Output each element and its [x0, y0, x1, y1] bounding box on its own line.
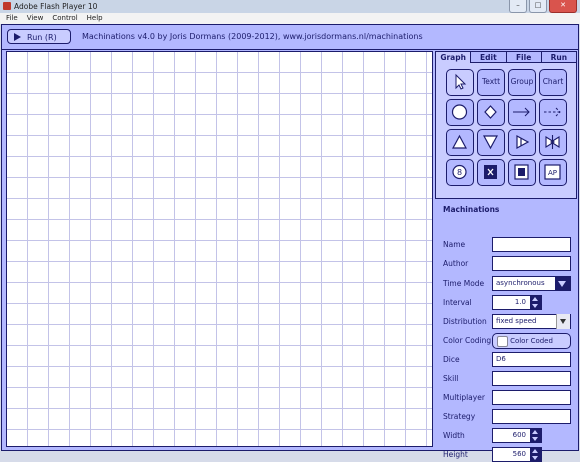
- stepper-arrows-icon[interactable]: [530, 447, 541, 462]
- app-title: Machinations v4.0 by Joris Dormans (2009…: [82, 32, 423, 41]
- group-tool-label: Group: [510, 77, 534, 86]
- interval-stepper[interactable]: 1.0: [492, 295, 542, 310]
- distribution-value: fixed speed: [496, 317, 537, 325]
- run-button-label: Run (R): [27, 33, 57, 42]
- width-label: Width: [443, 431, 465, 440]
- name-label: Name: [443, 240, 466, 249]
- color-coded-label: Color Coded: [510, 337, 553, 345]
- svg-text:AP: AP: [548, 169, 557, 177]
- interval-label: Interval: [443, 298, 472, 307]
- color-swatch-icon: [497, 336, 508, 347]
- height-value: 560: [512, 450, 526, 458]
- window-controls: – □ ✕: [509, 0, 577, 13]
- text-tool-label: Textt: [481, 77, 501, 86]
- chart-tool[interactable]: Chart: [539, 69, 567, 96]
- menu-help[interactable]: Help: [87, 13, 103, 24]
- author-field[interactable]: [492, 256, 571, 271]
- register-icon: 8: [452, 164, 467, 180]
- multiplayer-label: Multiplayer: [443, 393, 485, 402]
- window-titlebar: Adobe Flash Player 10 – □ ✕: [0, 0, 580, 14]
- color-coding-label: Color Coding: [443, 336, 492, 345]
- gate-tool[interactable]: [477, 99, 505, 126]
- multiplayer-field[interactable]: [492, 390, 571, 405]
- end-condition-tool[interactable]: [508, 159, 536, 186]
- delay-icon: [484, 165, 497, 179]
- time-mode-select[interactable]: asynchronous: [492, 276, 571, 291]
- height-stepper[interactable]: 560: [492, 447, 542, 462]
- trader-tool[interactable]: [539, 129, 567, 156]
- tab-edit[interactable]: Edit: [471, 51, 507, 63]
- minimize-button[interactable]: –: [509, 0, 527, 13]
- play-icon: [14, 33, 21, 41]
- panel-tabs: Graph Edit File Run: [435, 51, 577, 63]
- trader-icon: [545, 135, 560, 149]
- color-coded-toggle[interactable]: Color Coded: [492, 333, 571, 349]
- author-label: Author: [443, 259, 469, 268]
- properties-panel: Machinations Name Author Time Mode async…: [435, 201, 577, 462]
- pool-icon: [451, 104, 468, 120]
- artificial-player-tool[interactable]: AP: [539, 159, 567, 186]
- tab-file[interactable]: File: [506, 51, 542, 63]
- window-title: Adobe Flash Player 10: [14, 2, 98, 11]
- pointer-icon: [455, 73, 467, 90]
- svg-text:8: 8: [457, 168, 462, 177]
- end-condition-icon: [514, 164, 529, 180]
- distribution-label: Distribution: [443, 317, 487, 326]
- text-tool[interactable]: Textt: [477, 69, 505, 96]
- artificial-player-icon: AP: [544, 164, 561, 180]
- chart-tool-label: Chart: [542, 77, 564, 86]
- resource-connection-tool[interactable]: [508, 99, 536, 126]
- select-tool[interactable]: [446, 69, 474, 96]
- distribution-select[interactable]: fixed speed: [492, 314, 571, 329]
- dice-field[interactable]: D6: [492, 352, 571, 367]
- gate-icon: [484, 105, 497, 119]
- run-button[interactable]: Run (R): [7, 29, 71, 44]
- drain-icon: [482, 135, 499, 150]
- register-tool[interactable]: 8: [446, 159, 474, 186]
- skill-label: Skill: [443, 374, 459, 383]
- properties-header: Machinations: [443, 205, 500, 214]
- chevron-down-icon: [555, 276, 570, 291]
- time-mode-value: asynchronous: [496, 279, 545, 287]
- menu-control[interactable]: Control: [52, 13, 77, 24]
- chevron-down-icon: [556, 314, 570, 329]
- converter-tool[interactable]: [508, 129, 536, 156]
- dice-label: Dice: [443, 355, 460, 364]
- machinations-app: Run (R) Machinations v4.0 by Joris Dorma…: [1, 24, 579, 462]
- tab-run[interactable]: Run: [541, 51, 577, 63]
- side-panel: Graph Edit File Run Textt Group Chart 8 …: [435, 51, 577, 462]
- converter-icon: [516, 134, 530, 150]
- diagram-canvas[interactable]: [6, 51, 433, 447]
- interval-value: 1.0: [514, 298, 526, 306]
- skill-field[interactable]: [492, 371, 571, 386]
- stepper-arrows-icon[interactable]: [530, 295, 541, 310]
- menu-file[interactable]: File: [6, 13, 18, 24]
- flash-player-icon: [3, 2, 11, 10]
- width-value: 600: [512, 431, 526, 439]
- state-connection-tool[interactable]: [539, 99, 567, 126]
- menu-view[interactable]: View: [27, 13, 44, 24]
- source-tool[interactable]: [446, 129, 474, 156]
- maximize-button[interactable]: □: [529, 0, 547, 13]
- group-tool[interactable]: Group: [508, 69, 536, 96]
- time-mode-label: Time Mode: [443, 279, 485, 288]
- width-stepper[interactable]: 600: [492, 428, 542, 443]
- delay-tool[interactable]: [477, 159, 505, 186]
- close-button[interactable]: ✕: [549, 0, 577, 13]
- pool-tool[interactable]: [446, 99, 474, 126]
- strategy-field[interactable]: [492, 409, 571, 424]
- resource-connection-icon: [513, 107, 530, 117]
- state-connection-icon: [544, 107, 561, 117]
- top-toolbar: Run (R) Machinations v4.0 by Joris Dorma…: [2, 25, 578, 50]
- height-label: Height: [443, 450, 468, 459]
- stepper-arrows-icon[interactable]: [530, 428, 541, 443]
- tab-graph[interactable]: Graph: [435, 51, 472, 63]
- drain-tool[interactable]: [477, 129, 505, 156]
- source-icon: [451, 134, 468, 149]
- name-field[interactable]: [492, 237, 571, 252]
- menu-bar: File View Control Help: [0, 13, 580, 24]
- strategy-label: Strategy: [443, 412, 476, 421]
- tool-palette: Textt Group Chart 8 AP: [435, 63, 577, 199]
